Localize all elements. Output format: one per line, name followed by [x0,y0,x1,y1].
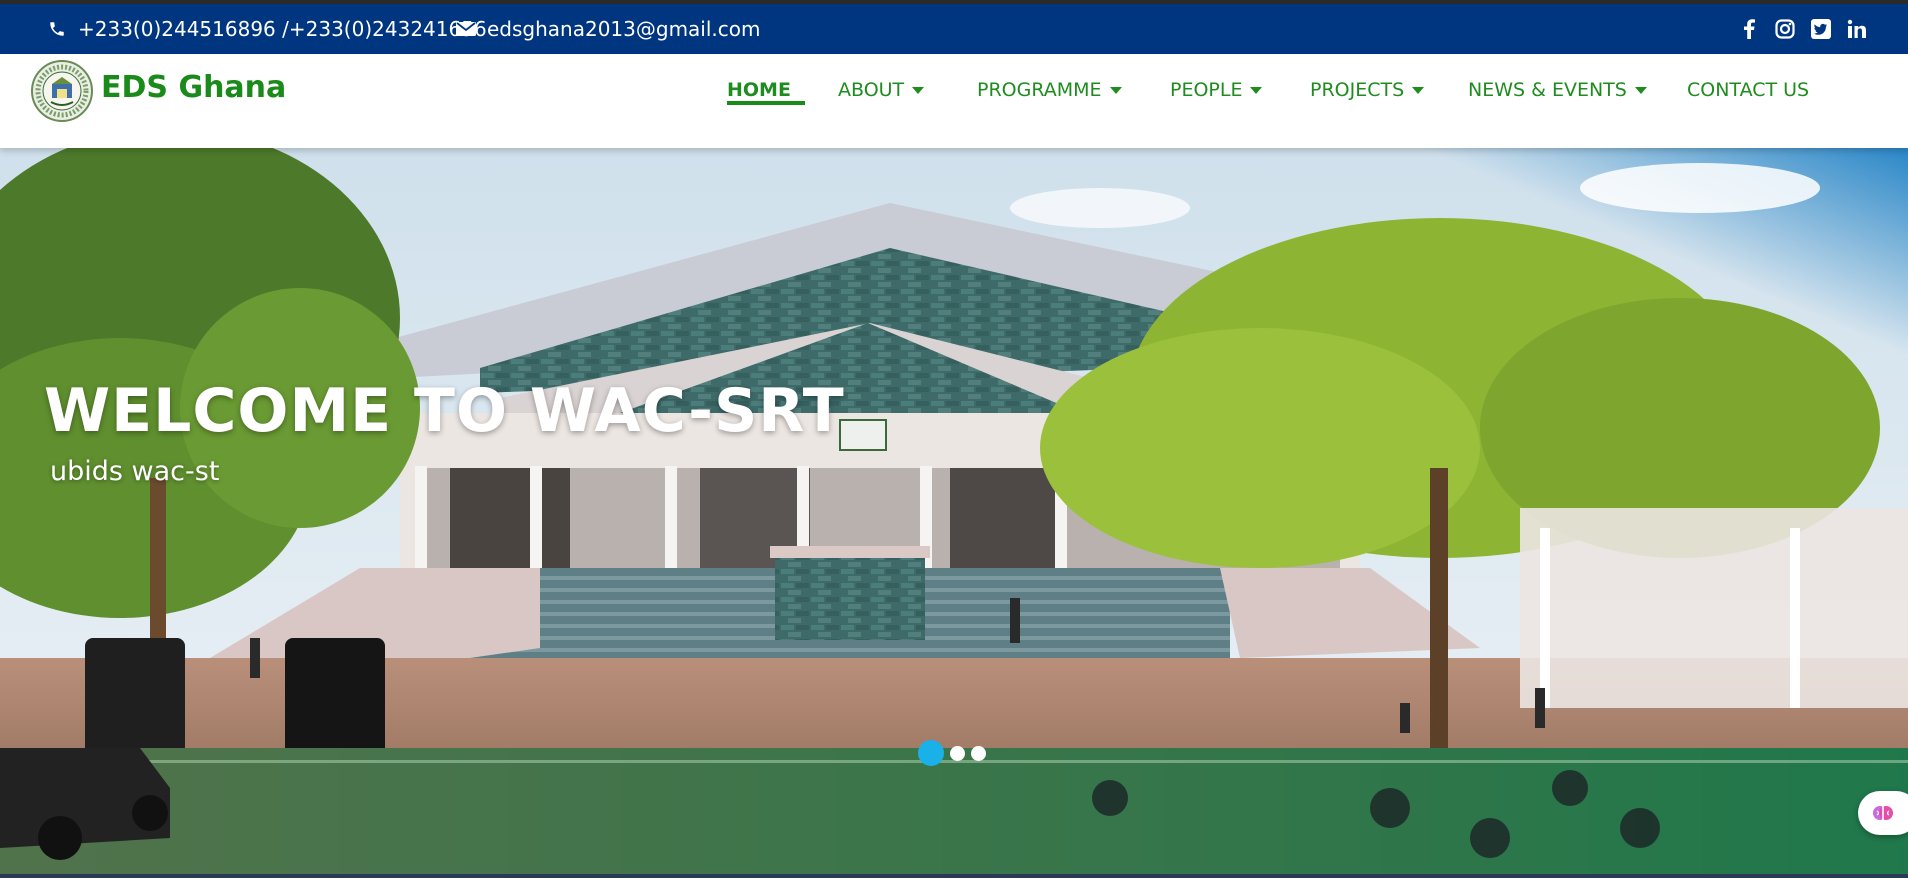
email-address: edsghana2013@gmail.com [487,17,761,41]
facebook-icon[interactable] [1738,18,1760,40]
nav-about-label: ABOUT [838,79,905,101]
carousel-indicators [918,740,986,766]
bottom-edge-line [0,874,1908,878]
brand-name[interactable]: EDS Ghana [101,70,286,105]
nav-contact-us-label: CONTACT US [1687,79,1810,101]
caret-down-icon [1634,86,1647,94]
hero-title: WELCOME TO WAC-SRT [44,376,845,446]
nav-programme[interactable]: PROGRAMME [977,79,1122,101]
nav-home[interactable]: HOME [727,79,791,101]
nav-people-label: PEOPLE [1170,79,1243,101]
caret-down-icon [912,86,925,94]
hero-subtitle: ubids wac-st [50,456,220,487]
nav-projects[interactable]: PROJECTS [1310,79,1425,101]
main-navbar: EDS Ghana HOME ABOUT PROGRAMME PEOPLE PR… [0,54,1908,148]
brain-icon [1873,806,1893,820]
floating-widget-button[interactable] [1858,791,1908,835]
nav-news-events[interactable]: NEWS & EVENTS [1468,79,1647,101]
active-nav-underline [727,101,805,105]
nav-projects-label: PROJECTS [1310,79,1405,101]
nav-programme-label: PROGRAMME [977,79,1102,101]
phone-number: +233(0)244516896 /+233(0)243241656 [78,17,487,41]
caret-down-icon [1109,86,1122,94]
eds-logo[interactable] [31,60,93,122]
nav-about[interactable]: ABOUT [838,79,925,101]
nav-contact-us[interactable]: CONTACT US [1687,79,1809,101]
caret-down-icon [1412,86,1425,94]
hero-carousel[interactable]: WELCOME TO WAC-SRT ubids wac-st [0,148,1908,874]
carousel-indicator-1[interactable] [918,740,944,766]
twitter-icon[interactable] [1810,18,1832,40]
phone-icon [46,18,68,40]
nav-home-label: HOME [727,79,791,101]
envelope-icon [455,18,477,40]
top-contact-bar: +233(0)244516896 /+233(0)243241656 edsgh… [0,4,1908,54]
instagram-icon[interactable] [1774,18,1796,40]
caret-down-icon [1250,86,1263,94]
email-contact[interactable]: edsghana2013@gmail.com [455,17,761,41]
linkedin-icon[interactable] [1846,18,1868,40]
social-links [1738,18,1868,40]
phone-contact[interactable]: +233(0)244516896 /+233(0)243241656 [46,17,487,41]
nav-news-events-label: NEWS & EVENTS [1468,79,1627,101]
nav-people[interactable]: PEOPLE [1170,79,1263,101]
carousel-indicator-2[interactable] [950,745,965,761]
carousel-indicator-3[interactable] [971,745,986,761]
